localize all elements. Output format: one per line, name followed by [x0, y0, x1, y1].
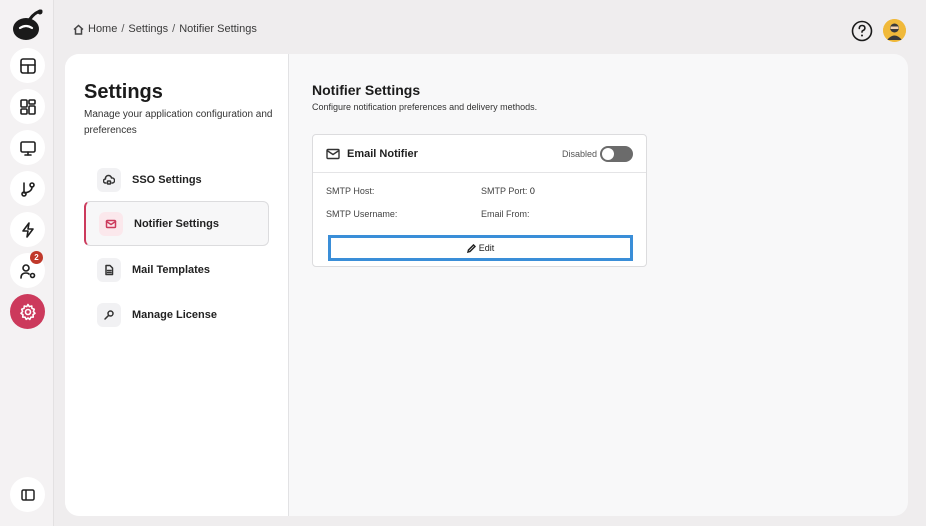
nav-icon-wrap	[97, 257, 121, 282]
settings-sidebar: Settings Manage your application configu…	[65, 54, 289, 516]
nav-item-label: Notifier Settings	[134, 217, 219, 230]
enable-toggle[interactable]	[600, 145, 633, 162]
breadcrumb-separator: /	[172, 23, 176, 35]
breadcrumb: Home / Settings / Notifier Settings	[73, 23, 257, 35]
app-rail: 2	[0, 0, 54, 526]
breadcrumb-home[interactable]: Home	[88, 23, 117, 35]
email-from-label: Email From:	[481, 209, 530, 219]
nav-item-label: Mail Templates	[132, 263, 211, 276]
nav-item-manage-license[interactable]: Manage License	[84, 292, 269, 337]
help-circle-icon	[851, 20, 872, 41]
monitor-icon	[19, 140, 36, 156]
nav-icon-wrap	[97, 302, 121, 327]
document-icon	[105, 264, 114, 275]
avatar[interactable]	[883, 19, 906, 42]
rail-settings-button[interactable]	[10, 294, 45, 329]
app-logo[interactable]	[10, 8, 44, 42]
notification-badge: 2	[30, 251, 43, 264]
rail-dashboard-button[interactable]	[10, 48, 45, 83]
breadcrumb-settings[interactable]: Settings	[128, 23, 168, 35]
user-settings-icon	[19, 263, 35, 279]
smtp-username-label: SMTP Username:	[326, 209, 398, 219]
mail-icon	[105, 219, 117, 228]
page-title: Notifier Settings	[312, 82, 421, 98]
smtp-port-label: SMTP Port: 0	[481, 186, 535, 196]
toggle-knob	[602, 147, 614, 160]
home-icon	[73, 23, 84, 35]
sidebar-toggle-icon	[20, 488, 35, 501]
smtp-port-key: SMTP Port:	[481, 186, 528, 196]
rail-workflow-button[interactable]	[10, 171, 45, 206]
main-panel: Settings Manage your application configu…	[65, 54, 908, 516]
nav-icon-wrap	[97, 167, 121, 192]
nav-item-label: Manage License	[132, 308, 217, 321]
sidebar-description: Manage your application configuration an…	[84, 109, 273, 136]
rail-monitor-button[interactable]	[10, 130, 45, 165]
key-icon	[104, 309, 114, 320]
mail-icon	[326, 148, 340, 159]
rail-users-button[interactable]: 2	[10, 251, 45, 288]
card-title: Email Notifier	[347, 147, 418, 160]
pencil-icon	[466, 243, 476, 253]
rail-actions-button[interactable]	[10, 212, 45, 247]
status-label: Disabled	[561, 148, 597, 159]
dashboard-icon	[19, 57, 36, 74]
nav-icon-wrap	[99, 211, 123, 236]
nav-item-label: SSO Settings	[132, 173, 202, 186]
edit-button-label: Edit	[478, 243, 495, 253]
sidebar-collapse-button[interactable]	[10, 477, 45, 512]
page-description: Configure notification preferences and d…	[312, 102, 538, 112]
card-header: Email Notifier Disabled	[313, 135, 646, 173]
smtp-host-label: SMTP Host:	[326, 186, 375, 196]
user-avatar	[883, 19, 906, 42]
sidebar-title: Settings	[84, 81, 163, 103]
smtp-port-value: 0	[529, 186, 535, 196]
rail-grid-button[interactable]	[10, 89, 45, 124]
nav-item-sso-settings[interactable]: SSO Settings	[84, 157, 269, 202]
edit-button[interactable]: Edit	[328, 235, 633, 261]
breadcrumb-separator: /	[121, 23, 125, 35]
lightning-icon	[21, 221, 34, 238]
git-branch-icon	[20, 181, 35, 197]
nav-item-mail-templates[interactable]: Mail Templates	[84, 247, 269, 292]
cloud-lock-icon	[103, 174, 115, 185]
gear-icon	[19, 303, 36, 320]
breadcrumb-current: Notifier Settings	[179, 23, 257, 35]
nav-item-notifier-settings[interactable]: Notifier Settings	[84, 201, 269, 246]
email-notifier-card: Email Notifier Disabled SMTP Host: SMTP …	[312, 134, 647, 267]
help-button[interactable]	[850, 19, 873, 42]
grid-icon	[19, 98, 36, 115]
